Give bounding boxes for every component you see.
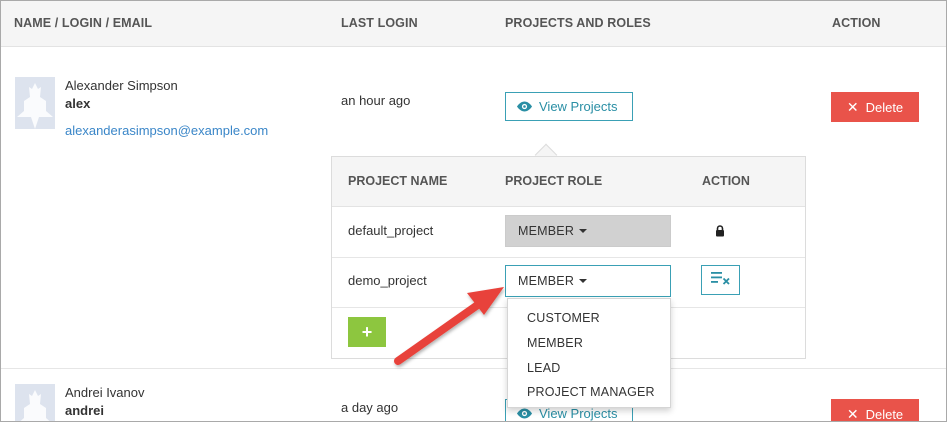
avatar xyxy=(15,384,55,421)
eye-icon xyxy=(516,408,533,419)
delete-label: Delete xyxy=(865,99,904,115)
users-table-screen: NAME / LOGIN / EMAIL LAST LOGIN PROJECTS… xyxy=(0,0,947,422)
header-name-login-email: NAME / LOGIN / EMAIL xyxy=(14,16,153,30)
caret-down-icon xyxy=(579,279,588,283)
add-project-button[interactable]: + xyxy=(348,317,386,347)
eye-icon xyxy=(516,101,533,112)
project-name: demo_project xyxy=(348,273,427,288)
close-icon: ✕ xyxy=(846,98,859,115)
close-icon: ✕ xyxy=(846,405,859,422)
delete-user-button[interactable]: ✕ Delete xyxy=(831,92,919,122)
delete-label: Delete xyxy=(865,406,904,422)
avatar xyxy=(15,77,55,129)
unassign-icon xyxy=(710,271,731,290)
role-option-lead[interactable]: LEAD xyxy=(527,361,560,375)
lock-icon xyxy=(715,224,725,242)
role-option-member[interactable]: MEMBER xyxy=(527,336,583,350)
role-option-customer[interactable]: CUSTOMER xyxy=(527,311,600,325)
caret-down-icon xyxy=(579,229,588,233)
project-role-select: MEMBER xyxy=(505,215,671,247)
user-full-name: Andrei Ivanov xyxy=(65,385,145,400)
view-projects-button[interactable]: View Projects xyxy=(505,92,633,121)
header-project-action: ACTION xyxy=(702,174,750,188)
user-email-link[interactable]: alexanderasimpson@example.com xyxy=(65,123,268,138)
table-header: NAME / LOGIN / EMAIL LAST LOGIN PROJECTS… xyxy=(1,1,946,47)
header-projects-and-roles: PROJECTS AND ROLES xyxy=(505,16,651,30)
header-project-role: PROJECT ROLE xyxy=(505,174,603,188)
project-role-value: MEMBER xyxy=(518,274,575,288)
last-login-value: an hour ago xyxy=(341,93,411,108)
project-row-divider xyxy=(332,257,805,258)
header-last-login: LAST LOGIN xyxy=(341,16,418,30)
user-login: alex xyxy=(65,96,91,111)
project-name: default_project xyxy=(348,223,434,238)
project-role-select[interactable]: MEMBER xyxy=(505,265,671,297)
header-project-name: PROJECT NAME xyxy=(348,174,448,188)
project-role-value: MEMBER xyxy=(518,224,575,238)
default-avatar-icon xyxy=(20,390,50,421)
last-login-value: a day ago xyxy=(341,400,399,415)
view-projects-label: View Projects xyxy=(539,99,618,114)
projects-table-header: PROJECT NAME PROJECT ROLE ACTION xyxy=(332,157,805,207)
role-dropdown-menu: CUSTOMER MEMBER LEAD PROJECT MANAGER xyxy=(507,298,671,408)
view-projects-label: View Projects xyxy=(539,406,618,421)
user-login: andrei xyxy=(65,403,105,418)
unassign-project-button[interactable] xyxy=(701,265,740,295)
row-divider xyxy=(1,368,946,369)
user-full-name: Alexander Simpson xyxy=(65,78,178,93)
default-avatar-icon xyxy=(17,83,53,129)
header-action: ACTION xyxy=(832,16,881,30)
role-option-project-manager[interactable]: PROJECT MANAGER xyxy=(527,385,655,399)
delete-user-button[interactable]: ✕ Delete xyxy=(831,399,919,422)
